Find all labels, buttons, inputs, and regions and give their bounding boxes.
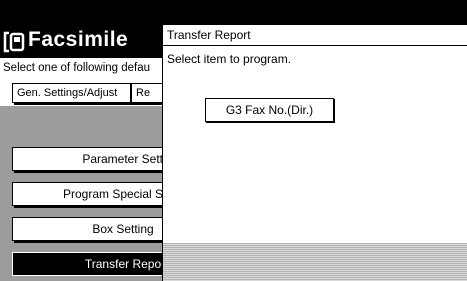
transfer-report-label: Transfer Repor bbox=[84, 257, 162, 271]
dialog-instruction: Select item to program. bbox=[167, 52, 292, 66]
fax-icon bbox=[3, 31, 25, 53]
tab-bar: Gen. Settings/Adjust Re bbox=[0, 79, 162, 106]
box-setting-button[interactable]: Box Setting bbox=[12, 217, 162, 241]
tab-second[interactable]: Re bbox=[131, 83, 162, 103]
app-header: Facsimile bbox=[0, 25, 162, 57]
bottom-strip bbox=[163, 243, 467, 281]
program-special-label: Program Special S bbox=[62, 187, 162, 201]
parameter-settings-button[interactable]: Parameter Setti bbox=[12, 147, 162, 171]
dialog-title: Transfer Report bbox=[163, 25, 467, 46]
g3-fax-no-button[interactable]: G3 Fax No.(Dir.) bbox=[205, 98, 334, 122]
menu-area: Parameter Setti Program Special S Box Se… bbox=[0, 106, 162, 281]
transfer-report-button[interactable]: Transfer Repor bbox=[12, 252, 162, 276]
left-panel: Facsimile Select one of following defau … bbox=[0, 25, 162, 281]
top-bar bbox=[0, 0, 467, 25]
program-special-button[interactable]: Program Special S bbox=[12, 182, 162, 206]
select-prompt: Select one of following defau bbox=[0, 58, 162, 79]
app-title: Facsimile bbox=[28, 28, 129, 51]
box-setting-label: Box Setting bbox=[92, 222, 154, 236]
tab-gen-settings[interactable]: Gen. Settings/Adjust bbox=[12, 83, 131, 103]
dialog-panel: Transfer Report Select item to program. … bbox=[162, 25, 467, 281]
parameter-settings-label: Parameter Setti bbox=[82, 152, 162, 166]
